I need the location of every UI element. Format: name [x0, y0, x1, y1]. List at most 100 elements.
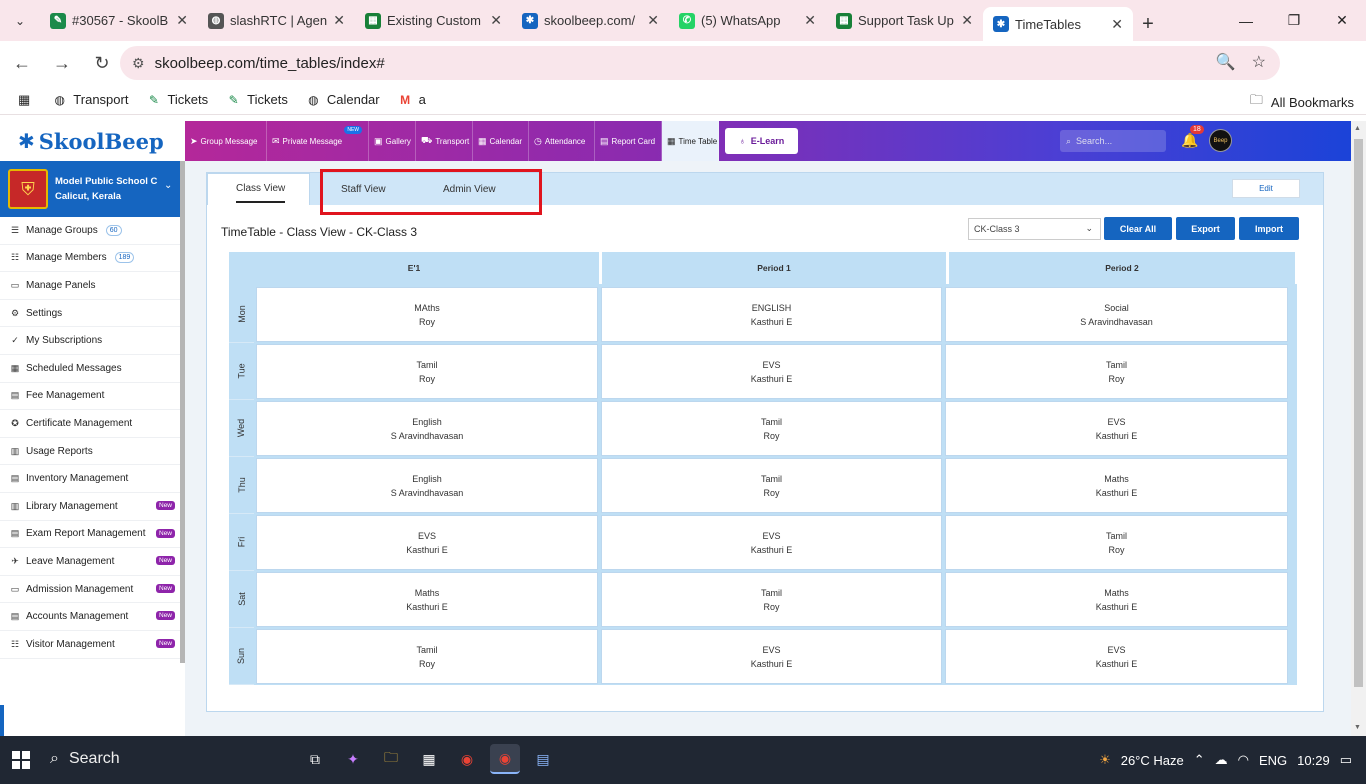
bookmark-item[interactable]: ✎ Tickets	[226, 92, 288, 107]
chrome-icon[interactable]: ◉	[452, 744, 482, 774]
timetable-cell[interactable]: EVS Kasthuri E	[945, 401, 1288, 456]
sidebar-item[interactable]: ⚙ Settings	[0, 300, 185, 328]
weather-text[interactable]: 26°C Haze	[1121, 753, 1184, 768]
sidebar-item[interactable]: ▦ Scheduled Messages	[0, 355, 185, 383]
export-button[interactable]: Export	[1176, 217, 1235, 240]
forward-button[interactable]: →	[44, 45, 80, 81]
class-select[interactable]: CK-Class 3 ⌄	[968, 218, 1101, 240]
task-view-icon[interactable]: ⧉	[300, 744, 330, 774]
close-icon[interactable]: ✕	[1111, 16, 1123, 33]
wifi-icon[interactable]: ◠	[1238, 752, 1249, 768]
chevron-up-icon[interactable]: ⌃	[1194, 752, 1205, 768]
edit-button[interactable]: Edit	[1232, 179, 1300, 198]
sidebar-item[interactable]: ▤ Inventory Management	[0, 465, 185, 493]
import-button[interactable]: Import	[1239, 217, 1299, 240]
sidebar-scrollbar[interactable]	[180, 161, 185, 663]
notifications-icon[interactable]: ▭	[1340, 752, 1352, 768]
sidebar-item[interactable]: ☷ Visitor Management New	[0, 631, 185, 659]
weather-icon[interactable]: ☀	[1099, 752, 1111, 768]
timetable-cell[interactable]: Social S Aravindhavasan	[945, 287, 1288, 342]
scroll-thumb[interactable]	[1354, 139, 1363, 687]
taskbar-search[interactable]: ⌕ Search	[40, 741, 240, 777]
browser-tab[interactable]: ✎ #30567 - SkoolB ✕	[40, 0, 198, 41]
timetable-cell[interactable]: MAths Roy	[256, 287, 598, 342]
scroll-down-icon[interactable]: ▼	[1354, 724, 1361, 731]
close-icon[interactable]: ✕	[961, 12, 973, 29]
timetable-cell[interactable]: EVS Kasthuri E	[256, 515, 598, 570]
topnav-item[interactable]: ▦ Time Table	[662, 121, 719, 161]
new-tab-button[interactable]: +	[1133, 7, 1163, 41]
timetable-cell[interactable]: EVS Kasthuri E	[601, 344, 942, 399]
timetable-cell[interactable]: Maths Kasthuri E	[256, 572, 598, 627]
all-bookmarks-button[interactable]: 🗀 All Bookmarks	[1250, 91, 1354, 113]
topnav-item[interactable]: ▣ Gallery	[369, 121, 416, 161]
reload-button[interactable]: ↻	[84, 45, 120, 81]
omnibox[interactable]: ⚙ skoolbeep.com/time_tables/index# 🔍 ☆	[120, 46, 1280, 80]
bookmark-item[interactable]: ◍ Transport	[52, 92, 129, 107]
tab-search-button[interactable]: ⌄	[0, 0, 40, 41]
sidebar-item[interactable]: ▭ Admission Management New	[0, 576, 185, 604]
bookmark-item[interactable]: ◍ Calendar	[306, 92, 380, 107]
sidebar-item[interactable]: ✪ Certificate Management	[0, 410, 185, 438]
notepad-icon[interactable]: ▤	[528, 744, 558, 774]
close-icon[interactable]: ✕	[804, 12, 816, 29]
timetable-cell[interactable]: English S Aravindhavasan	[256, 401, 598, 456]
timetable-cell[interactable]: EVS Kasthuri E	[601, 515, 942, 570]
app-search-input[interactable]: ⌕ Search...	[1060, 130, 1166, 152]
sidebar-item[interactable]: ☷ Manage Members 189	[0, 245, 185, 273]
cloud-icon[interactable]: ☁	[1215, 752, 1228, 768]
browser-tab[interactable]: ✆ (5) WhatsApp ✕	[669, 0, 826, 41]
close-icon[interactable]: ✕	[333, 12, 345, 29]
browser-tab[interactable]: ▦ Existing Custom ✕	[355, 0, 512, 41]
bookmark-item[interactable]: ✎ Tickets	[146, 92, 208, 107]
scroll-up-icon[interactable]: ▲	[1354, 125, 1361, 132]
close-window-button[interactable]: ✕	[1318, 0, 1366, 41]
sidebar-item[interactable]: ✓ My Subscriptions	[0, 327, 185, 355]
timetable-cell[interactable]: Tamil Roy	[601, 401, 942, 456]
file-explorer-icon[interactable]: 🗀	[376, 744, 406, 774]
user-avatar[interactable]: Beep	[1209, 129, 1232, 152]
bookmark-star-icon[interactable]: ☆	[1252, 52, 1266, 72]
timetable-cell[interactable]: Tamil Roy	[256, 344, 598, 399]
page-scrollbar[interactable]: ▲ ▼	[1351, 121, 1366, 736]
timetable-cell[interactable]: Maths Kasthuri E	[945, 572, 1288, 627]
tab-class-view[interactable]: Class View	[207, 173, 311, 205]
windows-start-icon[interactable]	[6, 745, 36, 775]
apps-grid-icon[interactable]: ▦	[18, 92, 30, 108]
zoom-icon[interactable]: 🔍	[1216, 52, 1236, 72]
bookmark-item[interactable]: Ma	[398, 92, 426, 107]
close-icon[interactable]: ✕	[647, 12, 659, 29]
elearn-button[interactable]: ♁ E-Learn	[725, 128, 799, 154]
topnav-item[interactable]: ⛟ Transport	[416, 121, 473, 161]
timetable-cell[interactable]: English S Aravindhavasan	[256, 458, 598, 513]
topnav-item[interactable]: ▦ Calendar	[473, 121, 529, 161]
notification-bell-icon[interactable]: 🔔 18	[1181, 125, 1204, 149]
sidebar-item[interactable]: ▤ Fee Management	[0, 383, 185, 411]
timetable-cell[interactable]: ENGLISH Kasthuri E	[601, 287, 942, 342]
close-icon[interactable]: ✕	[490, 12, 502, 29]
back-button[interactable]: ←	[4, 45, 40, 81]
language-indicator[interactable]: ENG	[1259, 753, 1287, 768]
minimize-button[interactable]: —	[1222, 0, 1270, 41]
restore-button[interactable]: ❐	[1270, 0, 1318, 41]
browser-tab[interactable]: ✱ TimeTables ✕	[983, 7, 1133, 41]
topnav-item[interactable]: ◷ Attendance	[529, 121, 595, 161]
topnav-item[interactable]: ▤ Report Card	[595, 121, 662, 161]
close-icon[interactable]: ✕	[176, 12, 188, 29]
skoolbeep-logo[interactable]: ✱ SkoolBeep	[0, 121, 185, 161]
timetable-cell[interactable]: Tamil Roy	[601, 572, 942, 627]
chrome-active-icon[interactable]: ◉	[490, 744, 520, 774]
sidebar-item[interactable]: ▤ Accounts Management New	[0, 603, 185, 631]
topnav-item[interactable]: ✉ Private Message NEW	[267, 121, 369, 161]
timetable-cell[interactable]: Tamil Roy	[601, 458, 942, 513]
sidebar-item[interactable]: ▥ Usage Reports	[0, 438, 185, 466]
browser-tab[interactable]: ▦ Support Task Up ✕	[826, 0, 983, 41]
browser-tab[interactable]: ✱ skoolbeep.com/ ✕	[512, 0, 669, 41]
site-info-icon[interactable]: ⚙	[132, 55, 145, 72]
clock[interactable]: 10:29	[1297, 753, 1330, 768]
sidebar-item[interactable]: ☰ Manage Groups 60	[0, 217, 185, 245]
sidebar-item[interactable]: ▤ Exam Report Management New	[0, 521, 185, 549]
timetable-cell[interactable]: Maths Kasthuri E	[945, 458, 1288, 513]
timetable-cell[interactable]: Tamil Roy	[945, 515, 1288, 570]
timetable-cell[interactable]: Tamil Roy	[256, 629, 598, 684]
